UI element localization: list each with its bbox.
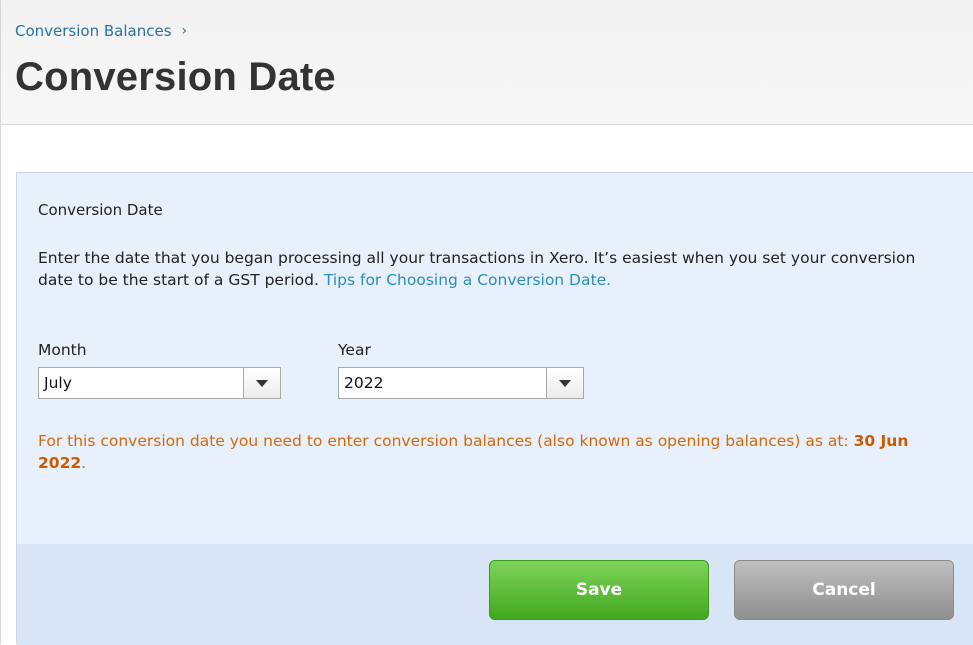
- month-select[interactable]: July: [38, 367, 281, 399]
- conversion-date-panel: Conversion Date Enter the date that you …: [16, 172, 973, 645]
- panel-footer: Save Cancel: [17, 544, 973, 645]
- note-text: For this conversion date you need to ent…: [38, 432, 849, 450]
- conversion-balance-note: For this conversion date you need to ent…: [38, 430, 938, 474]
- triangle-down-icon: [256, 379, 268, 387]
- month-dropdown-button[interactable]: [243, 368, 280, 398]
- save-button[interactable]: Save: [489, 560, 709, 620]
- month-label: Month: [38, 341, 87, 359]
- year-select-value: 2022: [344, 374, 384, 392]
- page-header: Conversion Balances › Conversion Date: [0, 0, 973, 125]
- year-dropdown-button[interactable]: [546, 368, 583, 398]
- left-border: [0, 125, 1, 644]
- breadcrumb-link-conversion-balances[interactable]: Conversion Balances: [15, 22, 172, 40]
- note-period: .: [81, 454, 87, 472]
- breadcrumb: Conversion Balances ›: [15, 22, 187, 40]
- cancel-button[interactable]: Cancel: [734, 560, 954, 620]
- month-select-value: July: [44, 374, 72, 392]
- tips-link[interactable]: Tips for Choosing a Conversion Date.: [324, 271, 611, 289]
- chevron-right-icon: ›: [181, 23, 188, 39]
- spacer: [0, 125, 973, 172]
- panel-title: Conversion Date: [38, 201, 163, 219]
- description: Enter the date that you began processing…: [38, 247, 938, 291]
- year-label: Year: [338, 341, 371, 359]
- page-title: Conversion Date: [15, 55, 336, 99]
- triangle-down-icon: [559, 379, 571, 387]
- year-select[interactable]: 2022: [338, 367, 584, 399]
